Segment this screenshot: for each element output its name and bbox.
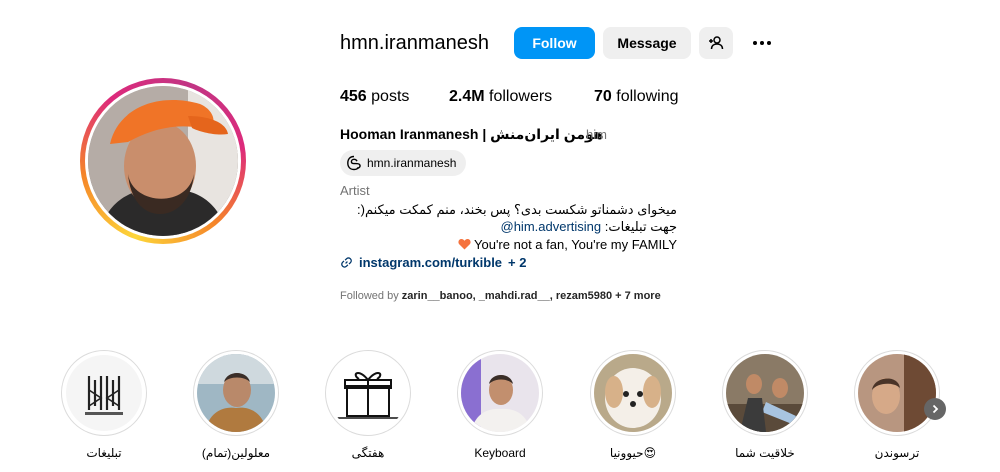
- highlight-image: [329, 354, 407, 432]
- highlight-image: [726, 354, 804, 432]
- chevron-right-icon: [932, 404, 939, 414]
- followed-by-names[interactable]: zarin__banoo, _mahdi.rad__, rezam5980: [402, 290, 612, 302]
- bio-line-2: جهت تبلیغات: @him.advertising: [340, 219, 678, 235]
- posts-count: 456: [340, 88, 367, 105]
- highlight-image: [461, 354, 539, 432]
- followers-stat[interactable]: 2.4M followers: [449, 88, 552, 106]
- followers-count: 2.4M: [449, 88, 485, 105]
- following-count: 70: [594, 88, 612, 105]
- profile-full-name: Hooman Iranmanesh | هومن ایران‌منش: [340, 126, 604, 142]
- person-photo-icon: [461, 354, 539, 432]
- following-label: following: [616, 88, 679, 105]
- threads-handle: hmn.iranmanesh: [367, 156, 457, 170]
- bio-line-3-text: You're not a fan, You're my FAMILY: [474, 237, 677, 252]
- highlight-item[interactable]: خلاقیت شما: [722, 350, 808, 460]
- person-photo-icon: [197, 354, 275, 432]
- threads-badge[interactable]: hmn.iranmanesh: [340, 150, 467, 176]
- highlights-next-button[interactable]: [924, 398, 946, 420]
- link-extra-count[interactable]: + 2: [508, 255, 526, 270]
- avatar-illustration: [88, 86, 238, 236]
- highlight-image: [594, 354, 672, 432]
- highlight-label: معلولین(تمام): [201, 446, 271, 460]
- following-stat[interactable]: 70 following: [594, 88, 679, 106]
- people-photo-icon: [726, 354, 804, 432]
- profile-avatar-ring[interactable]: [80, 78, 246, 244]
- highlight-label: تبلیغات: [86, 446, 122, 460]
- highlight-cover[interactable]: [61, 350, 147, 436]
- heart-icon: [458, 238, 471, 250]
- add-user-icon: [709, 36, 724, 50]
- highlight-label: خلاقیت شما: [735, 446, 795, 460]
- highlight-item[interactable]: معلولین(تمام): [193, 350, 279, 460]
- person-photo-icon: [858, 354, 936, 432]
- highlight-image: [65, 354, 143, 432]
- link-text[interactable]: instagram.com/turkible: [359, 255, 502, 270]
- brand-logo-icon: [66, 355, 142, 431]
- highlight-item[interactable]: تبلیغات: [61, 350, 147, 460]
- highlight-cover[interactable]: [457, 350, 543, 436]
- suggest-users-button[interactable]: [699, 27, 733, 59]
- highlight-label: Keyboard: [474, 446, 526, 460]
- posts-stat: 456 posts: [340, 88, 409, 106]
- more-options-button[interactable]: [748, 33, 776, 53]
- follow-button[interactable]: Follow: [514, 27, 595, 59]
- bio-line-1: میخوای دشمناتو شکست بدی؟ پس بخند، منم کم…: [357, 202, 677, 217]
- followed-by-more[interactable]: + 7 more: [615, 290, 661, 302]
- highlight-cover[interactable]: [854, 350, 940, 436]
- bio-line-3: You're not a fan, You're my FAMILY: [340, 237, 677, 252]
- highlight-cover[interactable]: [193, 350, 279, 436]
- profile-username[interactable]: hmn.iranmanesh: [340, 32, 489, 55]
- highlight-label: ترسوندن: [874, 446, 920, 460]
- highlight-label: هفتگی: [351, 446, 385, 460]
- profile-category: Artist: [340, 183, 370, 198]
- threads-icon: [347, 155, 361, 171]
- gift-box-icon: [337, 372, 399, 419]
- bio-line-2-prefix: جهت تبلیغات:: [601, 219, 677, 234]
- highlight-item[interactable]: Keyboard: [457, 350, 543, 460]
- avatar-border: [85, 83, 241, 239]
- highlight-cover[interactable]: [325, 350, 411, 436]
- highlight-label: حیوونیا😍: [609, 446, 657, 460]
- followed-by[interactable]: Followed by zarin__banoo, _mahdi.rad__, …: [340, 290, 661, 302]
- posts-label: posts: [371, 88, 410, 105]
- message-button[interactable]: Message: [603, 27, 691, 59]
- more-icon: [753, 41, 757, 45]
- highlight-item[interactable]: حیوونیا😍: [590, 350, 676, 460]
- highlight-cover[interactable]: [722, 350, 808, 436]
- highlight-image: [197, 354, 275, 432]
- advertising-handle-link[interactable]: @him.advertising: [501, 219, 602, 234]
- profile-avatar[interactable]: [88, 86, 238, 236]
- dog-photo-icon: [594, 354, 672, 432]
- profile-pronoun: him: [586, 127, 607, 142]
- highlight-cover[interactable]: [590, 350, 676, 436]
- highlight-item[interactable]: هفتگی: [325, 350, 411, 460]
- link-icon: [341, 257, 352, 268]
- profile-external-link[interactable]: instagram.com/turkible + 2: [340, 255, 526, 270]
- followers-label: followers: [489, 88, 553, 105]
- highlight-image: [858, 354, 936, 432]
- followed-by-prefix: Followed by: [340, 290, 399, 302]
